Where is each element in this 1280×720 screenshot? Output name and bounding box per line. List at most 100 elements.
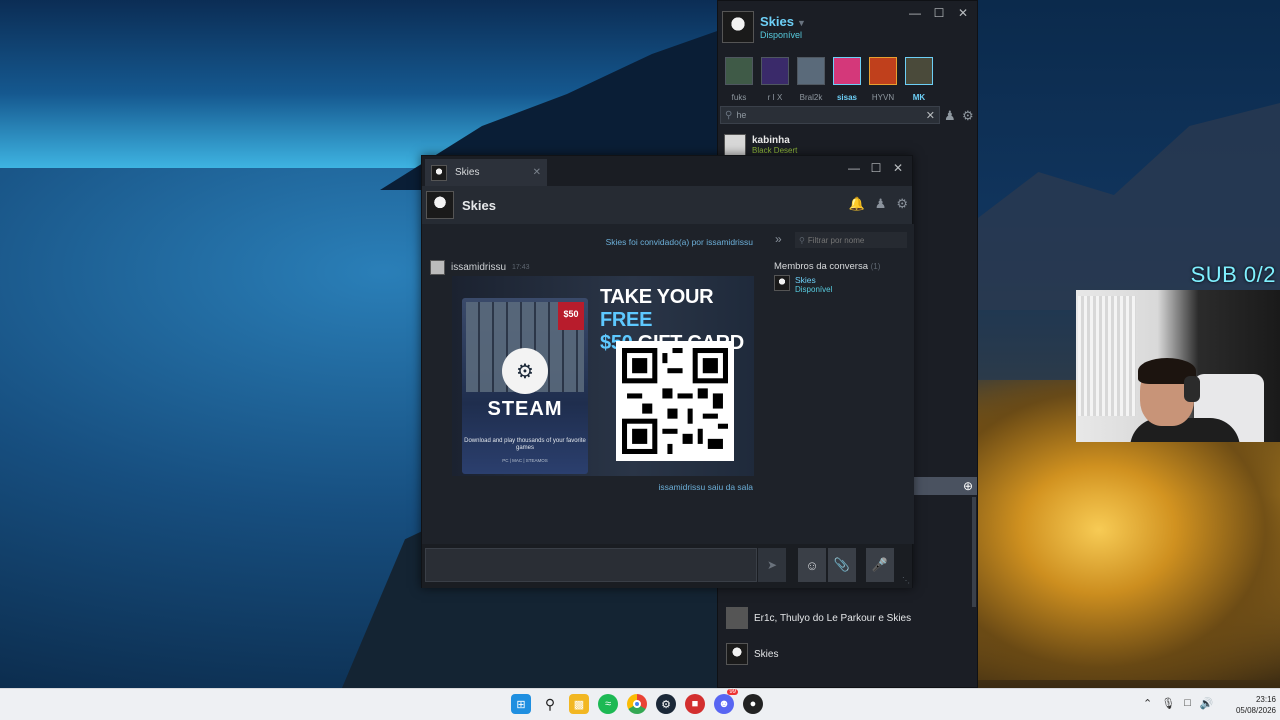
chat-window-controls: — ☐ ✕ [844,158,908,178]
current-user-name-text: Skies [760,14,794,29]
chat-header: Skies 🔔 ♟ ⚙ [422,186,912,224]
member-search-input[interactable] [807,235,904,245]
sub-counter: SUB 0/2 [1190,262,1276,287]
chat-tab[interactable]: Skies ✕ [425,159,547,186]
search-icon: ⚲ [725,109,733,121]
message-author[interactable]: issamidrissu [451,262,506,273]
avatar [869,57,897,85]
friend-info: kabinha Black Desert [752,135,797,155]
group-chat-item[interactable]: Er1c, Thulyo do Le Parkour e Skies [726,607,911,629]
member-name: Skies [795,275,816,285]
maximize-button[interactable]: ☐ [929,3,949,23]
minimize-button[interactable]: — [905,3,925,23]
steam-icon[interactable]: ⚙ [656,694,676,714]
chevron-down-icon: ▼ [796,18,806,28]
favorite-friend[interactable]: r I X [760,57,790,102]
chat-header-actions: 🔔 ♟ ⚙ [849,196,909,212]
friends-search-input[interactable] [736,110,917,120]
taskbar-apps: ⊞ ⚲ ▩ ≈ ⚙ ■ ☻ 99 ● [511,689,763,714]
avatar [905,57,933,85]
obs-icon[interactable]: ● [743,694,763,714]
member-status: Disponível [795,285,833,294]
current-user-status: Disponível [760,30,803,40]
friends-search: ⚲ ✕ [720,106,940,124]
avatar [725,57,753,85]
add-group-chat-icon[interactable]: ⊕ [963,479,973,493]
favorite-name: fuks [731,93,747,102]
close-button[interactable]: ✕ [953,3,973,23]
favorite-name: r I X [767,93,783,102]
search-icon: ⚲ [799,235,805,245]
collapse-panel-icon[interactable]: » [775,232,782,246]
favorite-friend[interactable]: sisas [832,57,862,102]
clock-time: 23:16 [1255,695,1276,704]
attach-button[interactable]: 📎 [828,548,856,582]
app-icon[interactable]: ■ [685,694,705,714]
members-title: Membros da conversa (1) [774,261,880,272]
favorite-friend[interactable]: Bral2k [796,57,826,102]
favorite-friend[interactable]: MK [904,57,934,102]
friend-game: Black Desert [752,146,798,155]
avatar [726,607,748,629]
search-icon[interactable]: ⚲ [540,694,560,714]
member-item[interactable]: Skies Disponível [774,275,832,294]
qr-code-graphic [622,348,728,454]
favorite-friend[interactable]: fuks [724,57,754,102]
avatar [797,57,825,85]
clear-search-icon[interactable]: ✕ [926,109,935,122]
system-message: issamidrissu saiu da sala [658,482,753,492]
steam-logo-icon: ⚙ [502,348,548,394]
chat-title: Skies [462,197,496,213]
steam-wordmark: STEAM [487,398,563,420]
members-panel: » ⚲ Membros da conversa (1) Skies Dispon… [767,224,914,544]
group-chat-item[interactable]: Skies [726,643,778,665]
gear-icon[interactable]: ⚙ [896,196,908,212]
emoticon-button[interactable]: ☺ [798,548,826,582]
current-user[interactable]: Skies ▼ Disponível [722,11,806,43]
chrome-icon-center [633,700,641,708]
volume-icon[interactable]: 🔊 [1200,697,1214,710]
network-icon[interactable]: □ [1184,697,1191,710]
member-search: ⚲ [795,232,907,248]
add-group-icon[interactable]: ⚙ [962,108,974,124]
avatar [726,643,748,665]
chat-tabbar: Skies ✕ — ☐ ✕ [422,156,912,186]
avatar [430,260,445,275]
windows-start-icon[interactable]: ⊞ [511,694,531,714]
minimize-button[interactable]: — [844,158,864,178]
friend-item[interactable]: kabinha Black Desert [724,134,797,156]
add-friend-icon[interactable]: ♟ [944,108,956,124]
microphone-icon[interactable]: 🎙 [1161,697,1175,710]
message-input[interactable] [425,548,757,582]
system-tray: ⌃ 🎙 □ 🔊 [1143,697,1214,710]
close-button[interactable]: ✕ [888,158,908,178]
avatar [774,275,790,291]
price-badge: $50 [558,302,584,330]
chrome-icon[interactable] [627,694,647,714]
send-button[interactable]: ➤ [758,548,786,582]
favorites-bar: fuks r I X Bral2k sisas HYVN MK [724,57,934,102]
avatar [722,11,754,43]
promo-image[interactable]: $50 ⚙ STEAM Download and play thousands … [452,276,754,476]
close-tab-icon[interactable]: ✕ [533,167,541,178]
clock[interactable]: 23:16 05/08/2026 [1224,694,1276,716]
maximize-button[interactable]: ☐ [866,158,886,178]
gift-card-platforms: PC | MAC | STEAMOS [502,458,548,463]
voice-button[interactable]: 🎤 [866,548,894,582]
discord-icon[interactable]: ☻ 99 [714,689,738,714]
resize-handle-icon[interactable]: ⋱ [902,576,910,585]
chevron-up-icon[interactable]: ⌃ [1143,697,1152,710]
invite-friend-icon[interactable]: ♟ [875,196,887,212]
headline-highlight: FREE [600,309,653,331]
bell-icon[interactable]: 🔔 [849,196,865,212]
friend-name: kabinha [752,135,790,146]
webcam-feed [1076,290,1280,442]
members-count: (1) [870,262,881,271]
avatar [833,57,861,85]
spotify-icon[interactable]: ≈ [598,694,618,714]
avatar [431,164,447,181]
favorite-friend[interactable]: HYVN [868,57,898,102]
discord-badge: 99 [727,689,738,695]
scrollbar[interactable] [972,497,976,607]
file-explorer-icon[interactable]: ▩ [569,694,589,714]
